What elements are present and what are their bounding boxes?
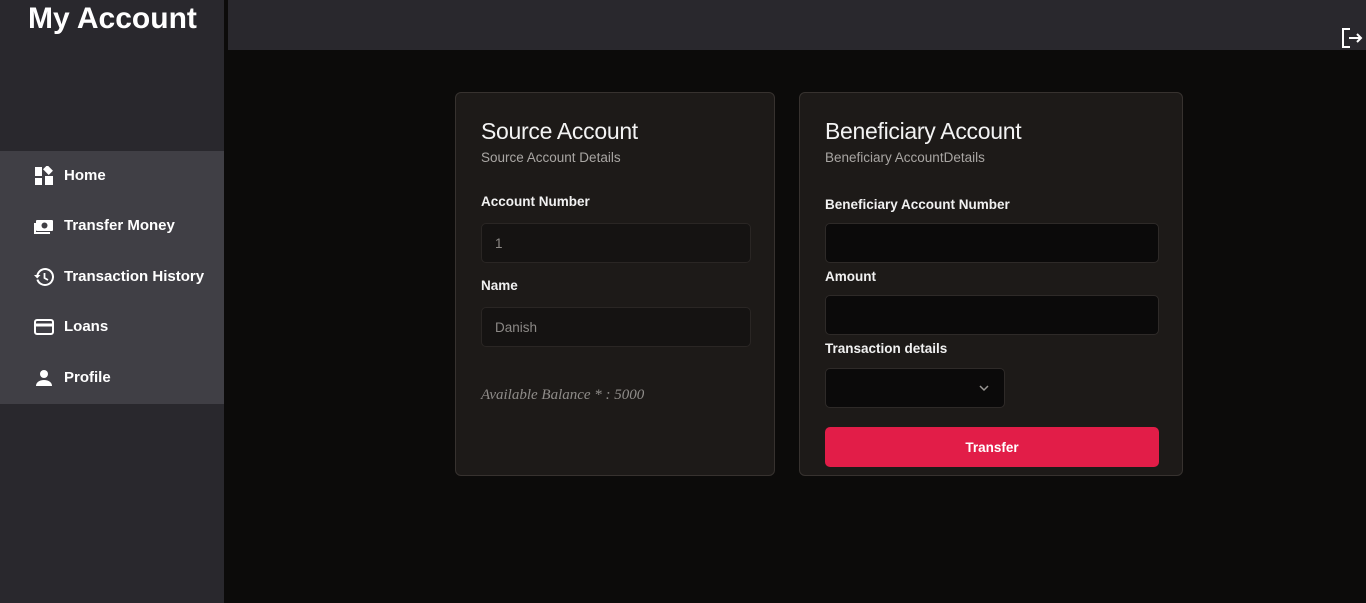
- sidebar-item-label: Home: [64, 167, 106, 184]
- beneficiary-account-number-label: Beneficiary Account Number: [825, 197, 1010, 212]
- sidebar-nav: Home Transfer Money Transaction History: [0, 151, 224, 404]
- chevron-down-icon: [979, 385, 989, 392]
- sidebar: My Account Home Transfer Money Transacti…: [0, 0, 224, 603]
- source-account-subtitle: Source Account Details: [481, 150, 621, 165]
- sidebar-item-label: Transaction History: [64, 268, 205, 285]
- source-account-card: Source Account Source Account Details Ac…: [455, 92, 775, 476]
- transaction-details-select[interactable]: [825, 368, 1005, 408]
- brand-title: My Account: [28, 2, 197, 35]
- beneficiary-account-subtitle: Beneficiary AccountDetails: [825, 150, 985, 165]
- beneficiary-account-title: Beneficiary Account: [825, 118, 1022, 144]
- money-icon: [34, 220, 53, 234]
- dashboard-icon: [35, 166, 53, 185]
- transfer-button[interactable]: Transfer: [825, 427, 1159, 467]
- top-bar: [228, 0, 1366, 50]
- sidebar-item-home[interactable]: Home: [0, 151, 224, 201]
- logout-icon[interactable]: [1340, 26, 1364, 50]
- source-account-title: Source Account: [481, 118, 638, 144]
- amount-label: Amount: [825, 269, 876, 284]
- account-number-field[interactable]: 1: [481, 223, 751, 263]
- sidebar-item-transaction-history[interactable]: Transaction History: [0, 252, 224, 302]
- beneficiary-account-number-field[interactable]: [825, 223, 1159, 263]
- credit-card-icon: [34, 319, 54, 335]
- amount-field[interactable]: [825, 295, 1159, 335]
- sidebar-item-loans[interactable]: Loans: [0, 302, 224, 352]
- history-icon: [34, 268, 54, 286]
- account-number-label: Account Number: [481, 194, 590, 209]
- sidebar-item-label: Profile: [64, 369, 111, 386]
- sidebar-item-profile[interactable]: Profile: [0, 353, 224, 403]
- name-field[interactable]: Danish: [481, 307, 751, 347]
- sidebar-item-label: Loans: [64, 318, 109, 335]
- sidebar-item-label: Transfer Money: [64, 217, 175, 234]
- person-icon: [36, 370, 52, 386]
- available-balance: Available Balance * : 5000: [481, 387, 645, 403]
- transaction-details-label: Transaction details: [825, 341, 948, 356]
- beneficiary-account-card: Beneficiary Account Beneficiary AccountD…: [799, 92, 1183, 476]
- name-label: Name: [481, 278, 518, 293]
- sidebar-item-transfer-money[interactable]: Transfer Money: [0, 201, 224, 251]
